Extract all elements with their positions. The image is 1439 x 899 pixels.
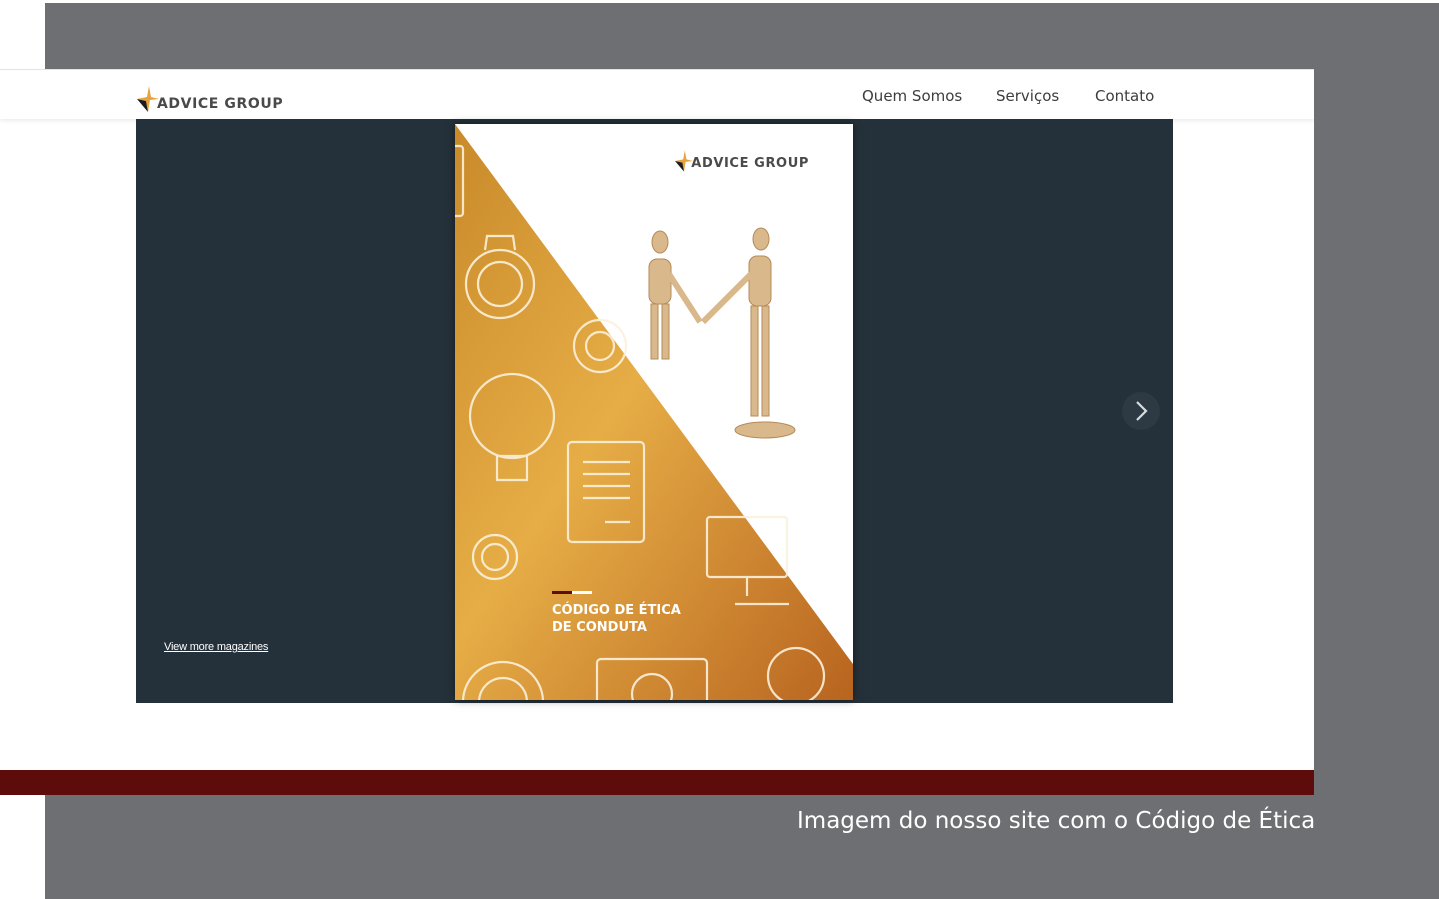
- view-more-magazines-link[interactable]: View more magazines: [164, 641, 268, 653]
- site-header: ADVICE GROUP Quem Somos Serviços Contato: [0, 69, 1314, 119]
- cover-title-line-1: CÓDIGO DE ÉTICA: [552, 603, 681, 618]
- cover-brand-logo: ADVICE GROUP: [675, 150, 809, 172]
- magazine-cover[interactable]: ADVICE GROUP CÓDIGO DE ÉTICA DE CONDUTA: [455, 124, 853, 700]
- cover-title-line-2: DE CONDUTA: [552, 620, 647, 635]
- logo-arrow-icon: [137, 86, 159, 112]
- website-screenshot: ADVICE GROUP Quem Somos Serviços Contato…: [0, 69, 1314, 795]
- next-page-button[interactable]: [1122, 392, 1160, 430]
- brand-name: ADVICE GROUP: [157, 96, 284, 112]
- footer-band: [0, 770, 1314, 795]
- nav-link-quem-somos[interactable]: Quem Somos: [862, 87, 962, 105]
- nav-link-contato[interactable]: Contato: [1095, 87, 1154, 105]
- nav-link-servicos[interactable]: Serviços: [996, 87, 1059, 105]
- slide-caption: Imagem do nosso site com o Código de Éti…: [797, 808, 1316, 834]
- chevron-right-icon: [1136, 401, 1148, 421]
- cover-brand-name: ADVICE GROUP: [691, 156, 809, 171]
- cover-title: CÓDIGO DE ÉTICA DE CONDUTA: [552, 590, 772, 636]
- brand-logo[interactable]: ADVICE GROUP: [137, 82, 283, 112]
